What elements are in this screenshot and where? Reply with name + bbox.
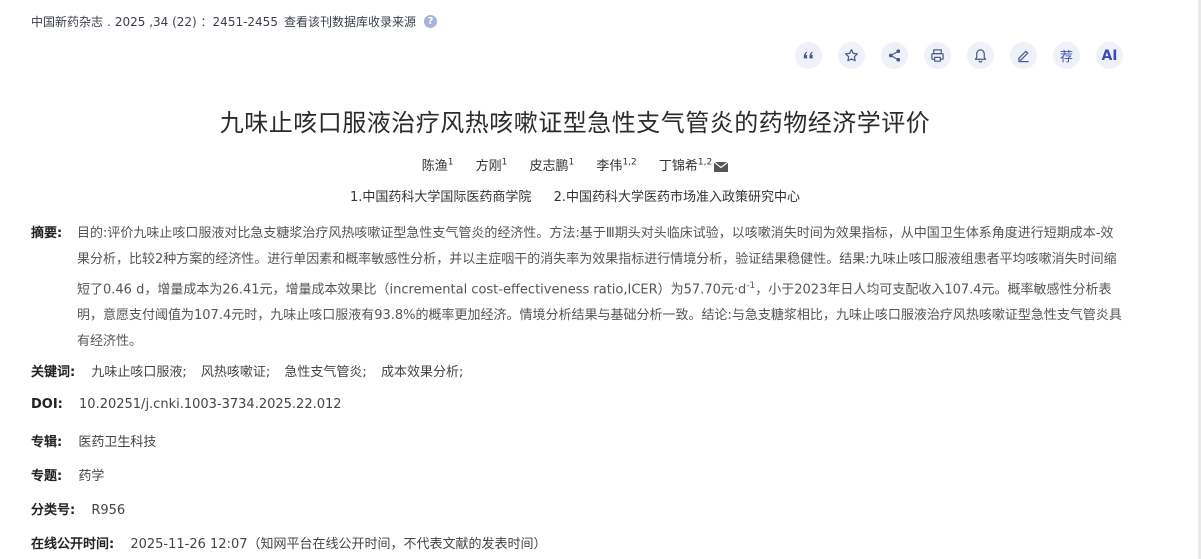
keyword-link[interactable]: 急性支气管炎;	[284, 365, 366, 380]
issue-link[interactable]: 2025 ,34 (22) ：2451-2455	[115, 13, 278, 30]
keyword-link[interactable]: 风热咳嗽证;	[201, 365, 270, 380]
doi-label: DOI:	[31, 397, 63, 412]
journal-link[interactable]: 中国新药杂志	[31, 13, 103, 30]
print-icon[interactable]	[924, 42, 951, 69]
topic-row: 专题: 药学	[31, 465, 104, 484]
doi-row: DOI: 10.20251/j.cnki.1003-3734.2025.22.0…	[31, 397, 342, 412]
bell-icon[interactable]	[967, 42, 994, 69]
classification-row: 分类号: R956	[31, 499, 125, 518]
classification-value: R956	[91, 503, 126, 518]
affiliation-link[interactable]: 2.中国药科大学医药市场准入政策研究中心	[554, 190, 800, 205]
author-affil-sup: 1	[447, 157, 454, 168]
author-link[interactable]: 丁锦希1,2	[658, 157, 729, 174]
mail-icon[interactable]	[714, 161, 729, 172]
collection-value: 医药卫生科技	[78, 435, 157, 450]
author-link[interactable]: 陈渔1	[421, 157, 454, 174]
keyword-link[interactable]: 成本效果分析;	[381, 365, 463, 380]
topic-value: 药学	[78, 469, 105, 484]
author-affil-sup: 1,2	[697, 157, 713, 168]
recommend-icon[interactable]: 荐	[1053, 42, 1080, 69]
abstract: 摘要: 目的:评价九味止咳口服液对比急支糖浆治疗风热咳嗽证型急性支气管炎的经济性…	[31, 221, 1126, 355]
author-link[interactable]: 李伟1,2	[596, 157, 637, 174]
author-list: 陈渔1 方刚1 皮志鹏1 李伟1,2 丁锦希1,2	[0, 155, 1150, 174]
online-time-row: 在线公开时间: 2025-11-26 12:07（知网平台在线公开时间，不代表文…	[31, 533, 547, 552]
author-affil-sup: 1	[568, 157, 575, 168]
keywords-row: 关键词: 九味止咳口服液; 风热咳嗽证; 急性支气管炎; 成本效果分析;	[31, 361, 473, 380]
toolbar: 荐 AI	[795, 42, 1123, 69]
collection-row: 专辑: 医药卫生科技	[31, 431, 156, 450]
author-name: 方刚	[475, 159, 502, 174]
source-line: 中国新药杂志 . 2025 ,34 (22) ：2451-2455 查看该刊数据…	[31, 13, 437, 30]
author-name: 皮志鹏	[529, 159, 569, 174]
online-time-value: 2025-11-26 12:07（知网平台在线公开时间，不代表文献的发表时间）	[130, 537, 547, 552]
db-source-link[interactable]: 查看该刊数据库收录来源	[284, 13, 416, 30]
share-icon[interactable]	[881, 42, 908, 69]
keyword-link[interactable]: 九味止咳口服液;	[91, 365, 186, 380]
author-name: 陈渔	[421, 159, 448, 174]
topic-label: 专题:	[31, 469, 63, 484]
doi-value: 10.20251/j.cnki.1003-3734.2025.22.012	[79, 397, 342, 412]
author-link[interactable]: 皮志鹏1	[529, 157, 575, 174]
quote-icon[interactable]	[795, 42, 822, 69]
help-icon[interactable]: ?	[423, 15, 437, 28]
author-affil-sup: 1	[501, 157, 508, 168]
author-link[interactable]: 方刚1	[475, 157, 508, 174]
star-icon[interactable]	[838, 42, 865, 69]
classification-label: 分类号:	[31, 503, 76, 518]
article-title: 九味止咳口服液治疗风热咳嗽证型急性支气管炎的药物经济学评价	[219, 109, 931, 137]
abstract-label: 摘要:	[31, 226, 63, 241]
edit-icon[interactable]	[1010, 42, 1037, 69]
source-separator: .	[107, 14, 111, 29]
affiliation-list: 1.中国药科大学国际医药商学院 2.中国药科大学医药市场准入政策研究中心	[0, 186, 1150, 205]
online-time-label: 在线公开时间:	[31, 537, 115, 552]
keywords-label: 关键词:	[31, 365, 76, 380]
affiliation-link[interactable]: 1.中国药科大学国际医药商学院	[350, 190, 531, 205]
author-name: 李伟	[596, 159, 623, 174]
author-name: 丁锦希	[658, 159, 698, 174]
collection-label: 专辑:	[31, 435, 63, 450]
abstract-text: 目的:评价九味止咳口服液对比急支糖浆治疗风热咳嗽证型急性支气管炎的经济性。方法:…	[77, 226, 1122, 350]
author-affil-sup: 1,2	[622, 157, 637, 168]
ai-icon[interactable]: AI	[1096, 42, 1123, 69]
